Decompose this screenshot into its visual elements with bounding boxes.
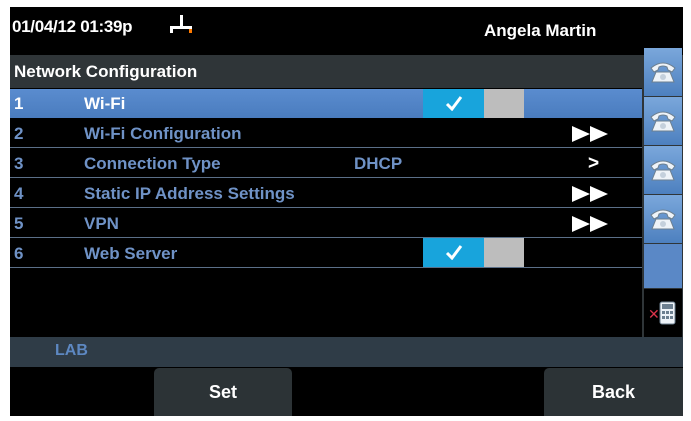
double-arrow-icon bbox=[572, 126, 608, 142]
row-value: DHCP bbox=[354, 154, 403, 173]
header-datetime: 01/04/12 01:39p bbox=[12, 17, 133, 36]
line-button-6[interactable]: ✕ bbox=[644, 289, 682, 337]
set-softkey[interactable]: Set bbox=[154, 368, 292, 416]
double-arrow-icon bbox=[572, 216, 608, 232]
header-user-name: Angela Martin bbox=[484, 21, 597, 40]
menu-row-vpn[interactable]: 5 VPN bbox=[10, 209, 642, 238]
row-number: 1 bbox=[14, 94, 24, 113]
toggle-off-segment bbox=[484, 89, 524, 118]
menu-row-connection-type[interactable]: 3 Connection Type DHCP > bbox=[10, 149, 642, 178]
checkmark-icon bbox=[445, 245, 463, 260]
row-label: Static IP Address Settings bbox=[84, 184, 295, 203]
phone-keypad-error-icon: ✕ bbox=[648, 301, 676, 325]
line-button-1[interactable] bbox=[644, 48, 682, 96]
back-softkey[interactable]: Back bbox=[544, 368, 683, 416]
row-number: 2 bbox=[14, 124, 24, 143]
row-number: 6 bbox=[14, 244, 24, 263]
double-arrow-icon bbox=[572, 186, 608, 202]
menu-row-web-server[interactable]: 6 Web Server bbox=[10, 238, 642, 268]
line-button-3[interactable] bbox=[644, 146, 682, 194]
page-title: Network Configuration bbox=[14, 62, 198, 81]
title-bar: Network Configuration bbox=[10, 55, 642, 88]
checkmark-icon bbox=[445, 96, 463, 111]
row-label: Connection Type bbox=[84, 154, 221, 173]
menu-row-wifi[interactable]: 1 Wi-Fi bbox=[10, 89, 642, 118]
row-label: Wi-Fi Configuration bbox=[84, 124, 242, 143]
toggle-on-segment bbox=[423, 238, 484, 267]
row-number: 3 bbox=[14, 154, 24, 173]
phone-icon bbox=[650, 111, 676, 132]
row-label: Web Server bbox=[84, 244, 178, 263]
phone-icon bbox=[650, 209, 676, 230]
line-button-4[interactable] bbox=[644, 195, 682, 243]
phone-screen: 01/04/12 01:39p Angela Martin Network Co… bbox=[10, 7, 683, 416]
row-label: Wi-Fi bbox=[84, 94, 126, 113]
wifi-toggle[interactable] bbox=[423, 89, 524, 118]
row-number: 4 bbox=[14, 184, 24, 203]
svg-text:✕: ✕ bbox=[648, 307, 660, 323]
menu-row-wifi-configuration[interactable]: 2 Wi-Fi Configuration bbox=[10, 119, 642, 148]
toggle-off-segment bbox=[484, 238, 524, 267]
row-label: VPN bbox=[84, 214, 119, 233]
status-text: LAB bbox=[55, 342, 88, 359]
handset-offhook-icon bbox=[170, 13, 192, 35]
toggle-on-segment bbox=[423, 89, 484, 118]
web-server-toggle[interactable] bbox=[423, 238, 524, 267]
row-number: 5 bbox=[14, 214, 24, 233]
chevron-right-icon: > bbox=[588, 153, 600, 174]
menu-row-static-ip-settings[interactable]: 4 Static IP Address Settings bbox=[10, 179, 642, 208]
line-button-2[interactable] bbox=[644, 97, 682, 145]
line-button-5[interactable] bbox=[644, 244, 682, 288]
status-bar: LAB bbox=[10, 337, 683, 367]
phone-icon bbox=[650, 160, 676, 181]
phone-icon bbox=[650, 62, 676, 83]
